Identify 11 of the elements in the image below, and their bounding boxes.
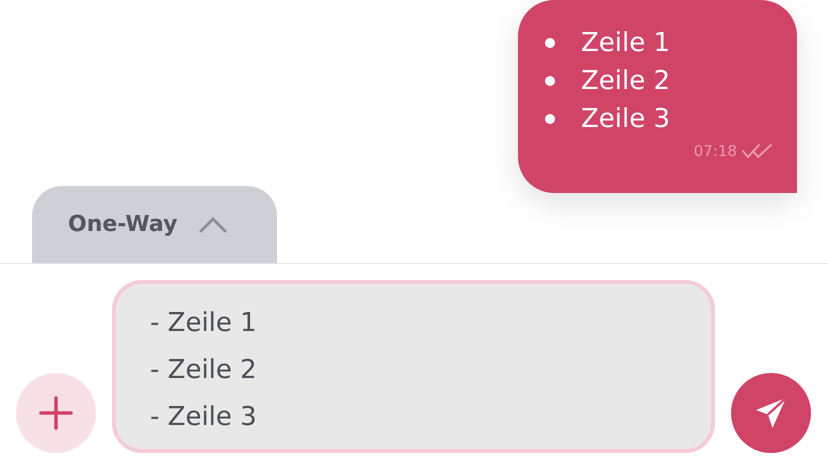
list-item: Zeile 2	[581, 65, 670, 98]
bullet-icon	[545, 38, 555, 48]
mode-tab[interactable]: One-Way	[32, 186, 277, 263]
list-item: Zeile 3	[581, 103, 670, 136]
message-time: 07:18	[694, 142, 737, 160]
plus-icon	[39, 396, 73, 430]
bullet-icon	[545, 76, 555, 86]
chevron-icon	[199, 216, 228, 232]
message-input[interactable]: - Zeile 1 - Zeile 2 - Zeile 3	[112, 280, 715, 453]
bullet-icon	[545, 114, 555, 124]
list-item: Zeile 1	[581, 27, 670, 60]
